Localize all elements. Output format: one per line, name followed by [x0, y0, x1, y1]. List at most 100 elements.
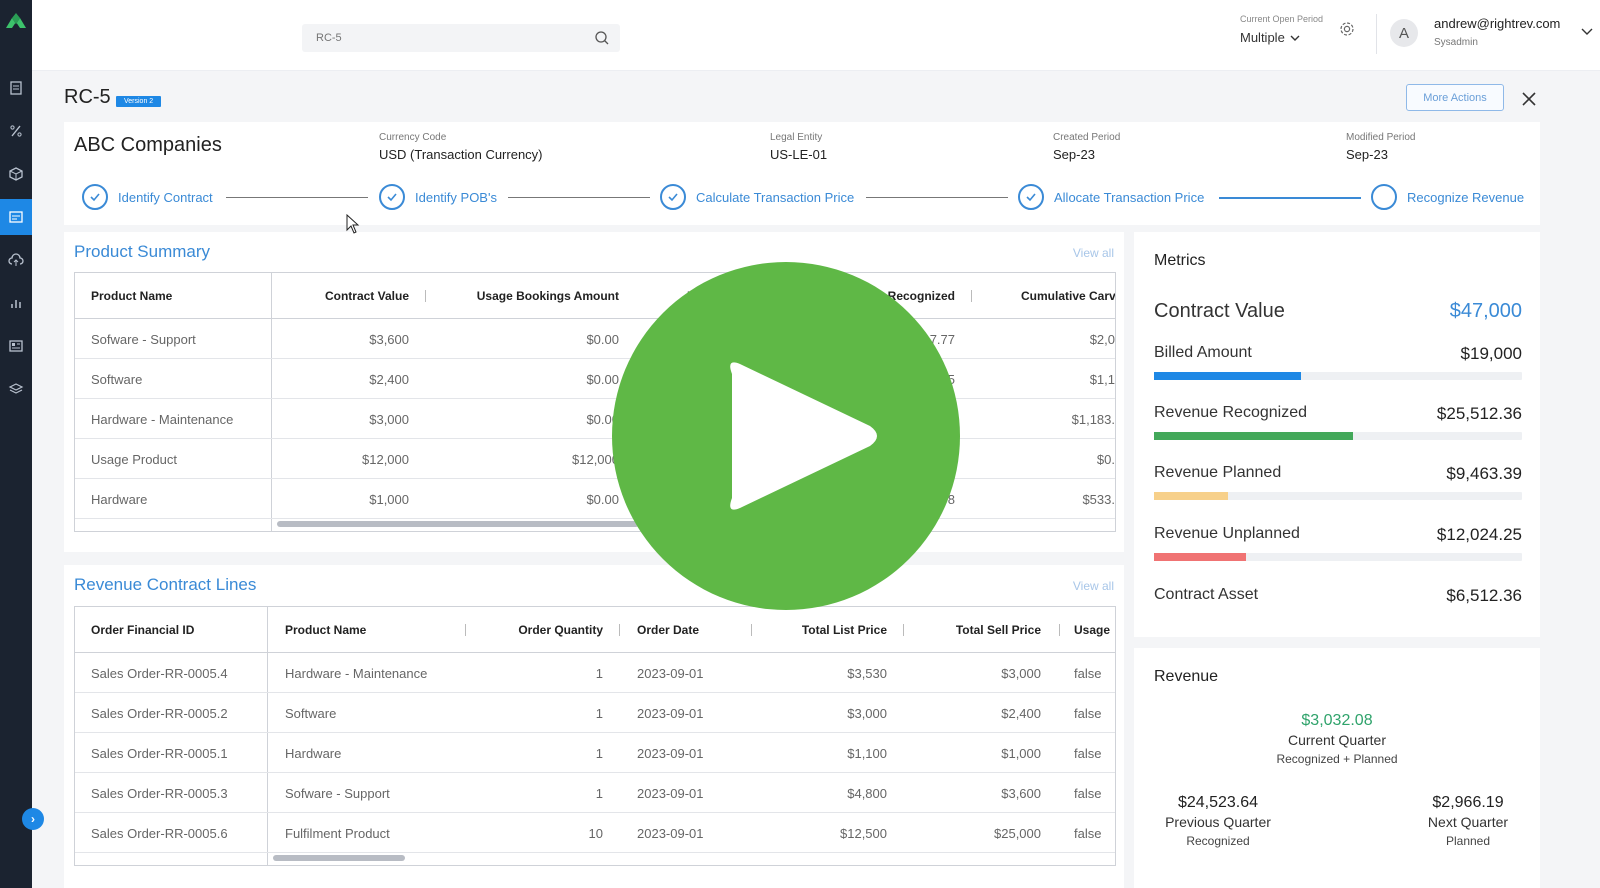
step-identify-contract[interactable]: Identify Contract	[82, 184, 213, 210]
version-badge: Version 2	[116, 96, 162, 107]
table-cell: Sales Order-RR-0005.6	[91, 825, 228, 841]
metric-value: $9,463.39	[1446, 464, 1522, 483]
col-header[interactable]: Order Quantity	[475, 607, 603, 653]
field-value: Sep-23	[1346, 147, 1388, 162]
close-icon[interactable]	[1520, 90, 1538, 108]
table-cell: $12,000	[362, 451, 409, 467]
step-allocate-transaction-price[interactable]: Allocate Transaction Price	[1018, 184, 1204, 210]
metrics-card: Metrics Contract Value $47,000 Billed Am…	[1134, 232, 1540, 637]
current-quarter-sublabel: Recognized + Planned	[1276, 752, 1398, 766]
metric-value: $25,512.36	[1436, 404, 1522, 423]
col-header[interactable]: Usage	[1074, 607, 1110, 653]
step-recognize-revenue[interactable]: Recognize Revenue	[1371, 184, 1524, 210]
sidebar-item-upload[interactable]	[0, 242, 32, 278]
company-name: ABC Companies	[74, 134, 222, 156]
table-row[interactable]: Sales Order-RR-0005.2 Software 1 2023-09-01…	[75, 693, 1115, 733]
col-header[interactable]: Total Sell Price	[915, 607, 1041, 653]
table-cell: 1	[595, 705, 603, 721]
check-circle-icon	[379, 184, 405, 210]
step-label: Identify Contract	[118, 189, 213, 205]
table-cell: Hardware - Maintenance	[91, 411, 234, 427]
table-cell: $4,800	[847, 785, 887, 801]
rightrev-logo[interactable]	[4, 10, 28, 34]
contract-lines-rows: Sales Order-RR-0005.4 Hardware - Maintena…	[75, 653, 1115, 853]
table-cell: false	[1074, 745, 1102, 761]
col-header[interactable]: Product Name	[285, 607, 366, 653]
contract-lines-table: Order Financial ID Product Name Order Qu…	[74, 606, 1116, 866]
sidebar-item-percent[interactable]	[0, 113, 32, 149]
table-cell: $3,600	[1001, 785, 1041, 801]
metric-progress-bar	[1154, 432, 1522, 440]
table-cell: $1,100	[847, 745, 887, 761]
metric-progress-fill	[1154, 432, 1353, 440]
col-header[interactable]: Order Financial ID	[91, 607, 194, 653]
period-select[interactable]: Multiple	[1240, 30, 1323, 45]
gear-icon[interactable]	[1338, 20, 1356, 38]
col-header[interactable]: Total List Price	[765, 607, 887, 653]
sidebar-item-products[interactable]	[0, 156, 32, 192]
avatar[interactable]: A	[1390, 19, 1418, 47]
table-row[interactable]: Sales Order-RR-0005.3 Sofware - Support 1 2…	[75, 773, 1115, 813]
col-header[interactable]: Cumulative Carv	[1021, 273, 1115, 319]
product-summary-view-all-link[interactable]: View all	[1073, 246, 1114, 260]
horizontal-scrollbar[interactable]	[273, 855, 405, 861]
table-cell: $3,530	[847, 665, 887, 681]
previous-quarter-block: $24,523.64 Previous Quarter Recognized	[1138, 794, 1298, 848]
metric-label: Revenue Unplanned	[1154, 525, 1300, 542]
sidebar-expand-button[interactable]: ›	[22, 808, 44, 830]
more-actions-button[interactable]: More Actions	[1406, 84, 1504, 111]
percent-icon	[10, 125, 22, 137]
step-identify-pobs[interactable]: Identify POB's	[379, 184, 497, 210]
next-quarter-label: Next Quarter	[1427, 814, 1509, 830]
table-row[interactable]: Sales Order-RR-0005.6 Fulfilment Product 1…	[75, 813, 1115, 853]
metric-label: Billed Amount	[1154, 344, 1252, 361]
table-cell: $0.00	[586, 331, 619, 347]
table-cell: $0.00	[586, 371, 619, 387]
sidebar-item-dashboard[interactable]	[0, 328, 32, 364]
col-header[interactable]: Contract Value	[275, 273, 409, 319]
contract-lines-view-all-link[interactable]: View all	[1073, 579, 1114, 593]
sidebar-item-layers[interactable]	[0, 371, 32, 407]
contract-lines-title: Revenue Contract Lines	[74, 575, 257, 594]
table-cell: $3,000	[1001, 665, 1041, 681]
table-cell: false	[1074, 785, 1102, 801]
table-cell: 2023-09-01	[637, 745, 704, 761]
col-header[interactable]: Order Date	[637, 607, 699, 653]
sidebar-item-reports[interactable]	[0, 285, 32, 321]
revenue-title: Revenue	[1154, 668, 1219, 685]
step-calculate-transaction-price[interactable]: Calculate Transaction Price	[660, 184, 854, 210]
dashboard-icon	[9, 340, 23, 352]
period-value: Multiple	[1240, 30, 1285, 45]
document-icon	[10, 81, 22, 95]
product-summary-card: Product Summary View all Product Name Co…	[64, 232, 1124, 552]
table-row[interactable]: Sales Order-RR-0005.1 Hardware 1 2023-09-01…	[75, 733, 1115, 773]
table-cell: $0.	[1096, 451, 1115, 467]
table-cell: 2023-09-01	[637, 705, 704, 721]
table-cell: Hardware	[91, 491, 148, 507]
user-info[interactable]: andrew@rightrev.com Sysadmin	[1434, 16, 1560, 48]
search-icon[interactable]	[594, 30, 610, 46]
col-header[interactable]: Product Name	[91, 273, 172, 319]
current-open-period[interactable]: Current Open Period Multiple	[1240, 14, 1323, 45]
col-header[interactable]: Usage Bookings Amount	[435, 273, 619, 319]
search-input[interactable]	[302, 24, 562, 52]
sidebar-item-contracts[interactable]	[0, 199, 32, 235]
topbar-divider	[1376, 14, 1377, 54]
metric-progress-fill	[1154, 372, 1302, 380]
layers-icon	[8, 383, 24, 394]
sidebar-item-documents[interactable]	[0, 70, 32, 106]
col-divider	[465, 624, 466, 636]
step-connector	[866, 197, 1008, 198]
field-value: Sep-23	[1053, 147, 1095, 162]
horizontal-scrollbar[interactable]	[277, 521, 639, 527]
next-quarter-sublabel: Planned	[1445, 834, 1491, 848]
user-role: Sysadmin	[1434, 37, 1478, 48]
table-row[interactable]: Sales Order-RR-0005.4 Hardware - Maintena…	[75, 653, 1115, 693]
user-menu-chevron-icon[interactable]	[1580, 24, 1594, 38]
revenue-card: Revenue $3,032.08 Current Quarter Recogn…	[1134, 648, 1540, 888]
col-divider	[903, 624, 904, 636]
table-cell: $2,400	[369, 371, 409, 387]
video-play-button[interactable]	[612, 262, 960, 610]
field-label: Legal Entity	[770, 132, 823, 143]
check-circle-icon	[660, 184, 686, 210]
